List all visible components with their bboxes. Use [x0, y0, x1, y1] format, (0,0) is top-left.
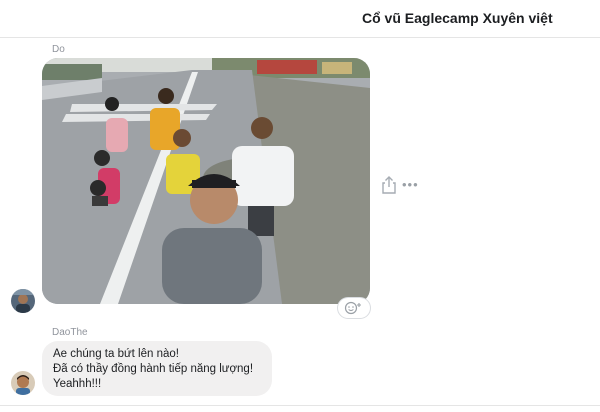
message-text: Đã có thầy đồng hành tiếp năng lượng!: [53, 363, 254, 375]
photo-image: [42, 58, 370, 304]
avatar[interactable]: [11, 371, 35, 395]
avatar[interactable]: [11, 289, 35, 313]
photo-message[interactable]: [42, 58, 370, 304]
add-reaction-button[interactable]: [338, 298, 370, 318]
avatar-image: [11, 289, 35, 313]
conversation-header: Cổ vũ Eaglecamp Xuyên việt: [0, 0, 600, 38]
message-bubble[interactable]: Ae chúng ta bứt lên nào! Đã có thầy đồng…: [42, 341, 272, 396]
sender-name: DaoThe: [52, 327, 88, 338]
add-reaction-icon: [344, 301, 361, 315]
share-icon: [382, 176, 396, 194]
share-button[interactable]: [381, 176, 397, 194]
sender-name: Do: [52, 44, 65, 55]
more-icon[interactable]: •••: [402, 176, 419, 194]
divider: [0, 405, 600, 406]
conversation-title[interactable]: Cổ vũ Eaglecamp Xuyên việt: [362, 10, 553, 26]
avatar-image: [11, 371, 35, 395]
message-text: Yeahhh!!!: [53, 378, 102, 390]
message-text: Ae chúng ta bứt lên nào!: [53, 348, 179, 360]
